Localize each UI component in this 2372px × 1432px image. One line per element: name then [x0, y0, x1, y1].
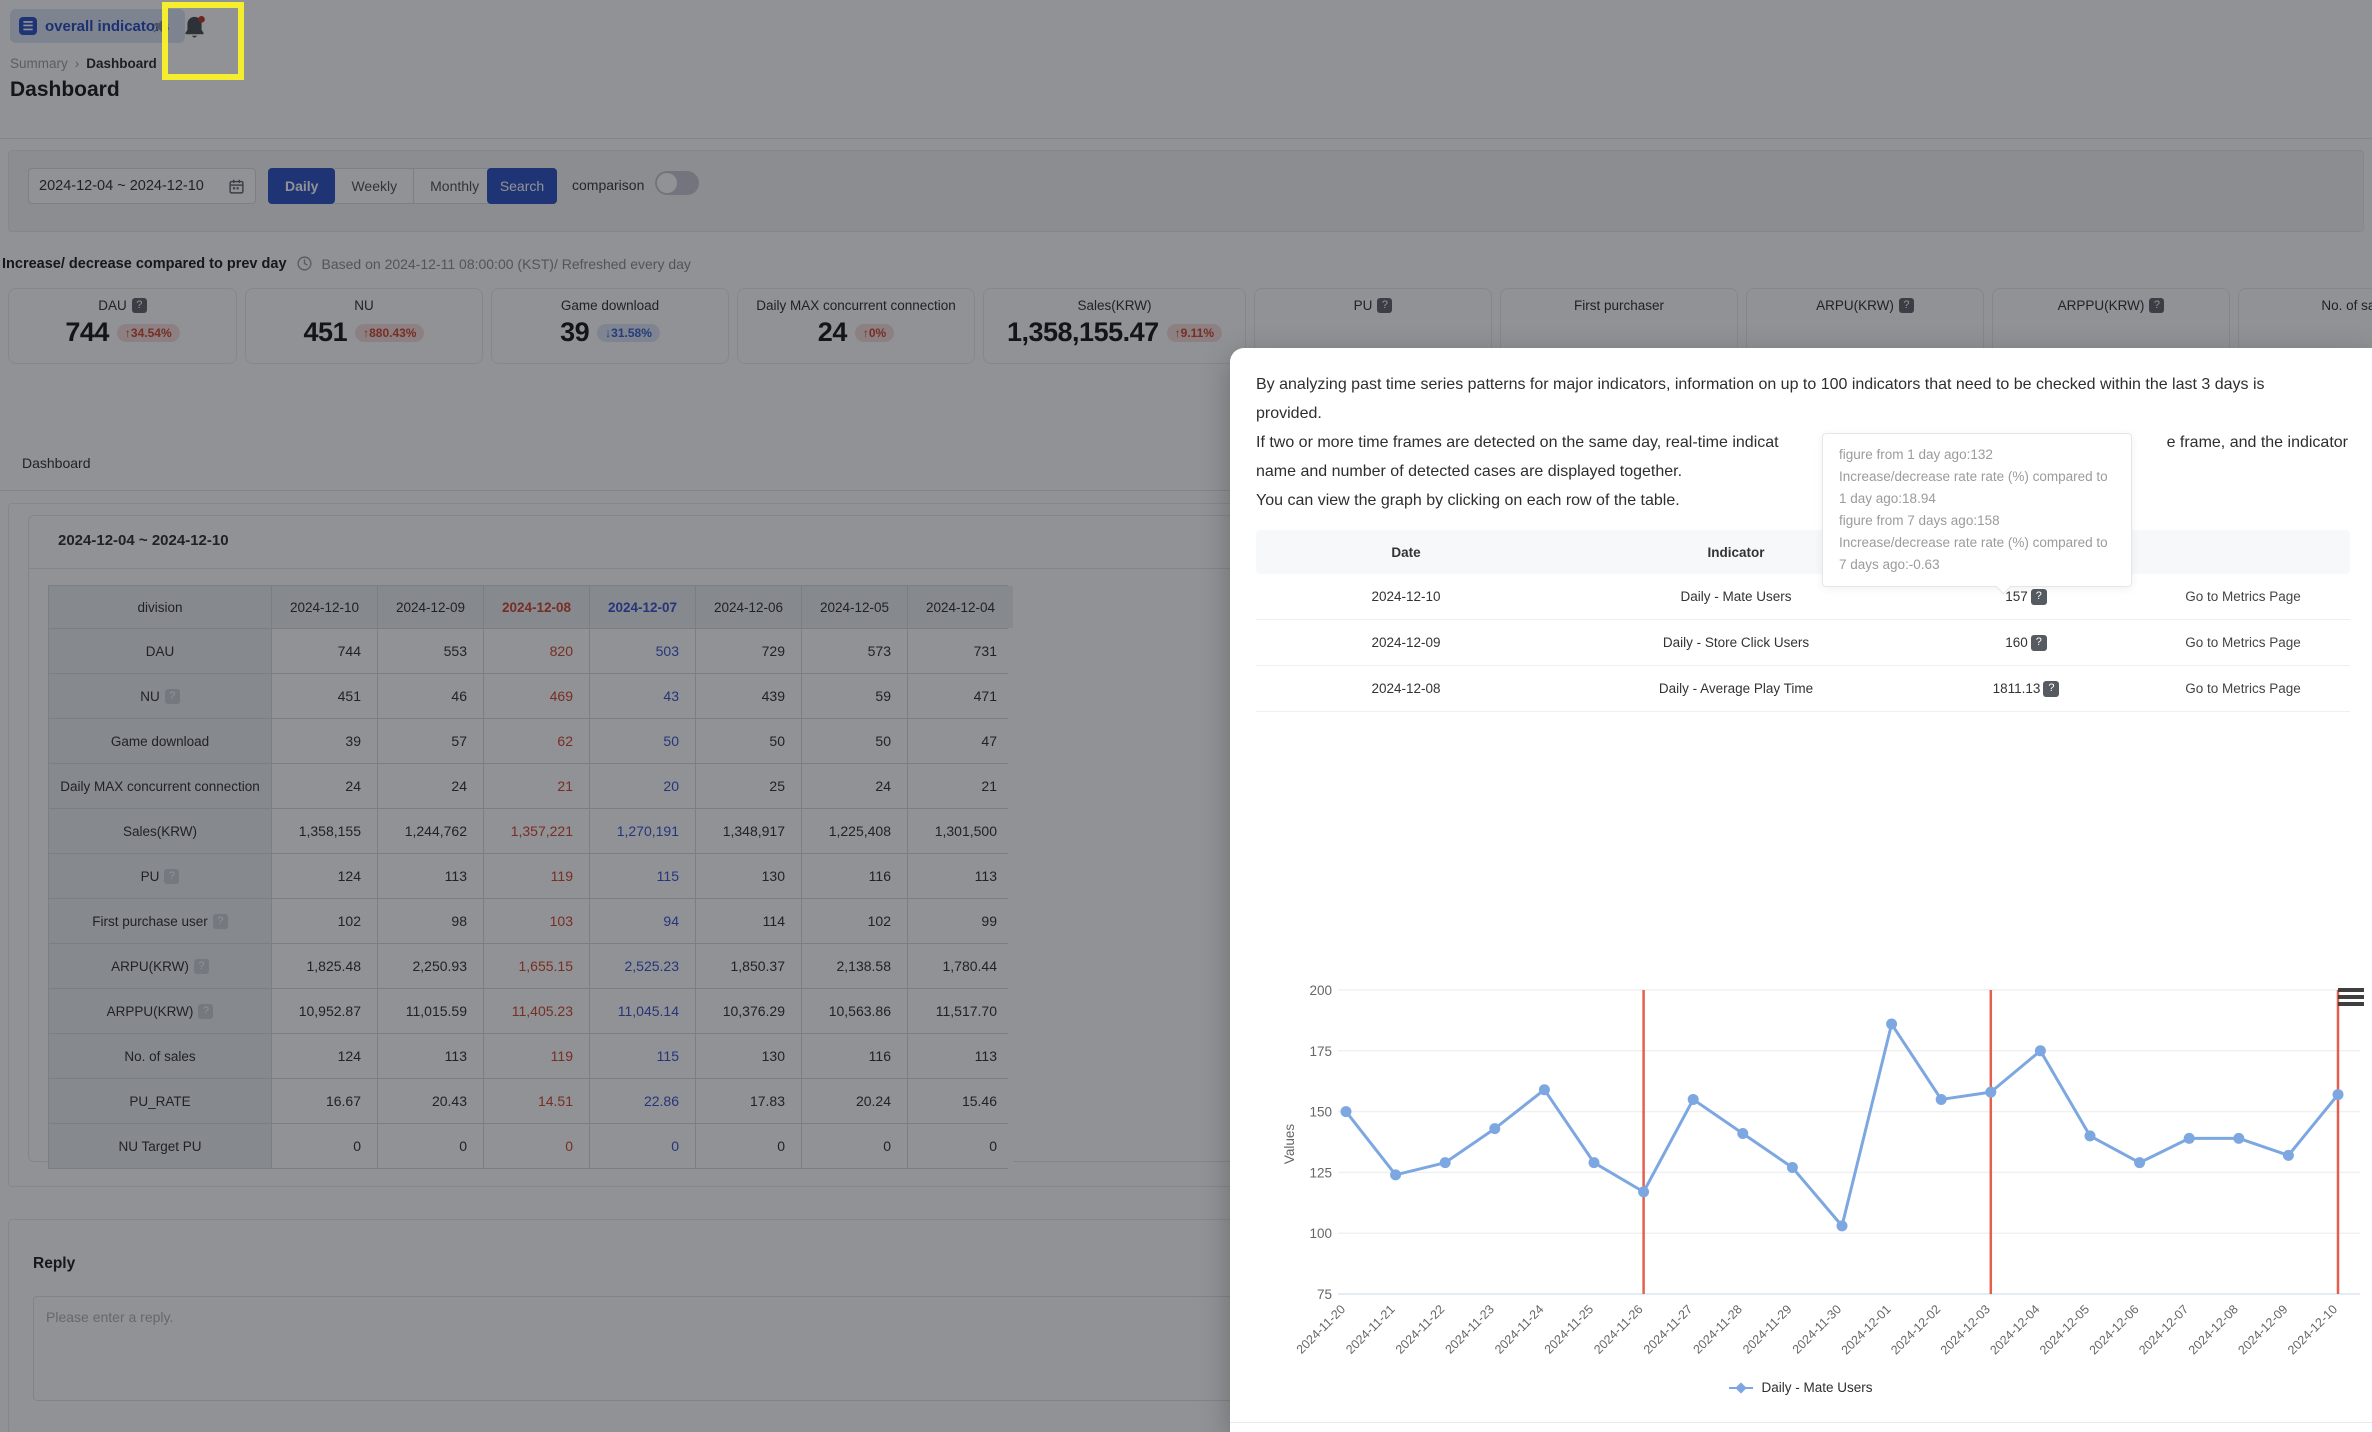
- data-point[interactable]: [1836, 1220, 1848, 1232]
- indicator-tooltip: figure from 1 day ago:132 Increase/decrea…: [1822, 433, 2132, 595]
- legend-label: Daily - Mate Users: [1761, 1380, 1873, 1395]
- data-point[interactable]: [1439, 1157, 1451, 1169]
- indicator-name: Daily - Average Play Time: [1658, 681, 1814, 696]
- indicator-row[interactable]: 2024-12-09 Daily - Store Click Users 160? G…: [1256, 620, 2350, 666]
- description-line: provided.: [1256, 405, 1322, 422]
- svg-text:2024-11-25: 2024-11-25: [1542, 1302, 1596, 1356]
- chart-legend[interactable]: Daily - Mate Users: [1230, 1380, 2372, 1395]
- data-point[interactable]: [2183, 1132, 2195, 1144]
- indicator-date: 2024-12-10: [1371, 589, 1441, 604]
- data-point[interactable]: [1737, 1127, 1749, 1139]
- data-point[interactable]: [1985, 1086, 1997, 1098]
- help-icon[interactable]: ?: [2030, 634, 2047, 651]
- data-point[interactable]: [2332, 1089, 2344, 1101]
- tooltip-line: figure from 1 day ago:132: [1839, 447, 1993, 462]
- indicator-value-number: 157: [2005, 589, 2028, 604]
- indicator-action: Go to Metrics Page: [2136, 574, 2350, 619]
- help-icon[interactable]: ?: [2043, 680, 2060, 697]
- svg-text:175: 175: [1309, 1044, 1332, 1059]
- svg-text:2024-11-27: 2024-11-27: [1641, 1302, 1695, 1356]
- svg-text:75: 75: [1317, 1287, 1332, 1302]
- svg-text:2024-12-04: 2024-12-04: [1987, 1302, 2042, 1357]
- anomaly-detection-modal: By analyzing past time series patterns f…: [1230, 348, 2372, 1432]
- svg-text:2024-12-05: 2024-12-05: [2037, 1302, 2092, 1357]
- help-icon[interactable]: ?: [2030, 588, 2047, 605]
- svg-text:2024-11-24: 2024-11-24: [1492, 1302, 1546, 1356]
- svg-text:200: 200: [1309, 983, 1332, 998]
- data-point[interactable]: [2134, 1157, 2146, 1169]
- description-line: name and number of detected cases are di…: [1256, 463, 1683, 480]
- go-to-metrics-link[interactable]: Go to Metrics Page: [2185, 635, 2301, 650]
- data-point[interactable]: [1638, 1186, 1650, 1198]
- indicator-value: 1811.13?: [1916, 666, 2136, 711]
- chart-area: 75 100 125 150 175 200 Values 2024-11-20 2024-11…: [1280, 976, 2366, 1368]
- data-point[interactable]: [2034, 1045, 2046, 1057]
- svg-text:100: 100: [1309, 1226, 1332, 1241]
- data-point[interactable]: [1340, 1106, 1352, 1118]
- svg-text:2024-11-26: 2024-11-26: [1591, 1302, 1645, 1356]
- svg-text:2024-12-09: 2024-12-09: [2235, 1302, 2290, 1357]
- svg-text:2024-11-28: 2024-11-28: [1690, 1302, 1744, 1356]
- svg-text:2024-12-08: 2024-12-08: [2186, 1302, 2241, 1357]
- data-point[interactable]: [1935, 1093, 1947, 1105]
- data-point[interactable]: [1588, 1157, 1600, 1169]
- svg-text:2024-11-23: 2024-11-23: [1442, 1302, 1496, 1356]
- indicator-row[interactable]: 2024-12-08 Daily - Average Play Time 1811.…: [1256, 666, 2350, 712]
- data-point[interactable]: [1886, 1018, 1898, 1030]
- description-fragment: If two or more time frames are detected …: [1256, 434, 1779, 451]
- svg-text:2024-11-20: 2024-11-20: [1294, 1302, 1348, 1356]
- indicator-value-number: 1811.13: [1992, 681, 2041, 696]
- modal-table-header: [2136, 530, 2350, 574]
- indicator-row[interactable]: 2024-12-10 Daily - Mate Users 157? Go to Me…: [1256, 574, 2350, 620]
- data-point[interactable]: [2282, 1149, 2294, 1161]
- indicator-date: 2024-12-09: [1371, 635, 1441, 650]
- timeseries-chart: 75100125150175200Values2024-11-202024-11…: [1282, 983, 2360, 1357]
- description-line: You can view the graph by clicking on ea…: [1256, 492, 1680, 509]
- indicator-action: Go to Metrics Page: [2136, 620, 2350, 665]
- data-point[interactable]: [1687, 1093, 1699, 1105]
- data-point[interactable]: [2233, 1132, 2245, 1144]
- detected-indicators-table: Date Indicator 2024-12-10 Daily - Mate User…: [1256, 530, 2350, 712]
- data-point[interactable]: [1390, 1169, 1402, 1181]
- tooltip-line: Increase/decrease rate rate (%) compared…: [1839, 535, 2108, 572]
- svg-text:2024-12-03: 2024-12-03: [1938, 1302, 1993, 1357]
- go-to-metrics-link[interactable]: Go to Metrics Page: [2185, 681, 2301, 696]
- tooltip-line: Increase/decrease rate rate (%) compared…: [1839, 469, 2108, 506]
- svg-text:150: 150: [1309, 1105, 1332, 1120]
- modal-footer-divider: [1230, 1422, 2372, 1423]
- data-point[interactable]: [1786, 1162, 1798, 1174]
- svg-text:Values: Values: [1282, 1124, 1297, 1165]
- modal-table-header-row: Date Indicator: [1256, 530, 2350, 574]
- data-point[interactable]: [1538, 1084, 1550, 1096]
- svg-text:2024-11-22: 2024-11-22: [1393, 1302, 1447, 1356]
- indicator-action: Go to Metrics Page: [2136, 666, 2350, 711]
- indicator-value: 160?: [1916, 620, 2136, 665]
- data-point[interactable]: [2084, 1130, 2096, 1142]
- chart-menu-button[interactable]: [2338, 988, 2364, 1009]
- description-line: By analyzing past time series patterns f…: [1256, 376, 2265, 393]
- svg-text:2024-12-02: 2024-12-02: [1888, 1302, 1943, 1357]
- svg-text:2024-11-21: 2024-11-21: [1343, 1302, 1397, 1356]
- indicator-date: 2024-12-08: [1371, 681, 1441, 696]
- legend-marker-icon: [1729, 1381, 1754, 1394]
- indicator-name: Daily - Store Click Users: [1662, 635, 1810, 650]
- indicator-value-number: 160: [2005, 635, 2028, 650]
- svg-text:2024-12-07: 2024-12-07: [2136, 1302, 2191, 1357]
- svg-text:2024-11-29: 2024-11-29: [1740, 1302, 1794, 1356]
- description-fragment: e frame, and the indicator: [2166, 434, 2348, 451]
- svg-text:125: 125: [1309, 1165, 1332, 1180]
- svg-text:2024-12-06: 2024-12-06: [2087, 1302, 2142, 1357]
- modal-table-header: Date: [1391, 544, 1421, 560]
- data-point[interactable]: [1489, 1123, 1501, 1135]
- go-to-metrics-link[interactable]: Go to Metrics Page: [2185, 589, 2301, 604]
- annotation-highlight-box: [162, 2, 244, 80]
- description-line: If two or more time frames are detected …: [1256, 428, 2348, 457]
- modal-description: By analyzing past time series patterns f…: [1256, 370, 2348, 515]
- svg-text:2024-12-01: 2024-12-01: [1839, 1302, 1894, 1357]
- tooltip-line: figure from 7 days ago:158: [1839, 513, 2000, 528]
- svg-text:2024-12-10: 2024-12-10: [2285, 1302, 2340, 1357]
- svg-text:2024-11-30: 2024-11-30: [1790, 1302, 1844, 1356]
- dashboard-screen: ☰ overall indicators Summary › Dashboard…: [0, 0, 2372, 1432]
